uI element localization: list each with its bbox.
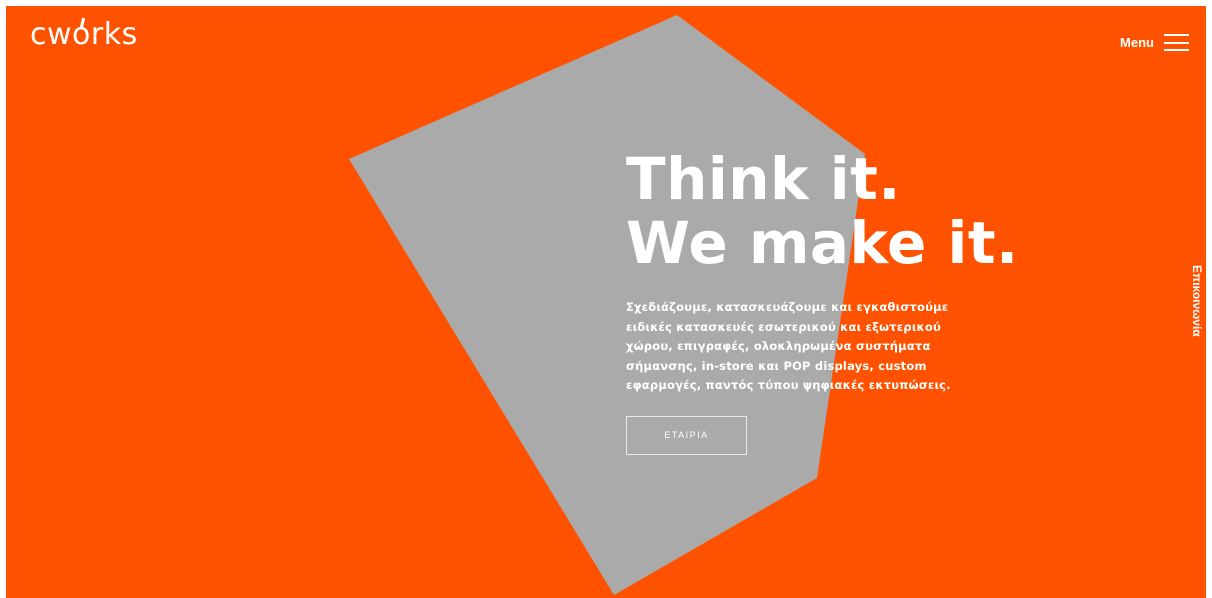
gray-polygon-shape	[349, 15, 865, 595]
headline-line-2: We make it.	[626, 209, 1019, 277]
hamburger-icon	[1164, 34, 1189, 51]
contact-side-tab[interactable]: Επικοινωνία	[1190, 265, 1204, 337]
hero-description: Σχεδιάζουμε, κατασκευάζουμε και εγκαθιστ…	[626, 300, 951, 392]
company-button[interactable]: ΕΤΑΙΡΙΑ	[626, 415, 747, 455]
hero-content: Think it. We make it. Σχεδιάζουμε, κατασ…	[626, 147, 1019, 455]
headline-line-1: Think it.	[626, 145, 901, 213]
hero-headline: Think it. We make it.	[626, 147, 1019, 275]
cworks-logo[interactable]: cworks	[30, 17, 138, 50]
hero-section: cworks Menu Think it. We make it. Σχεδιά…	[6, 6, 1206, 598]
menu-button[interactable]: Menu	[1120, 34, 1189, 51]
menu-label: Menu	[1120, 35, 1154, 50]
